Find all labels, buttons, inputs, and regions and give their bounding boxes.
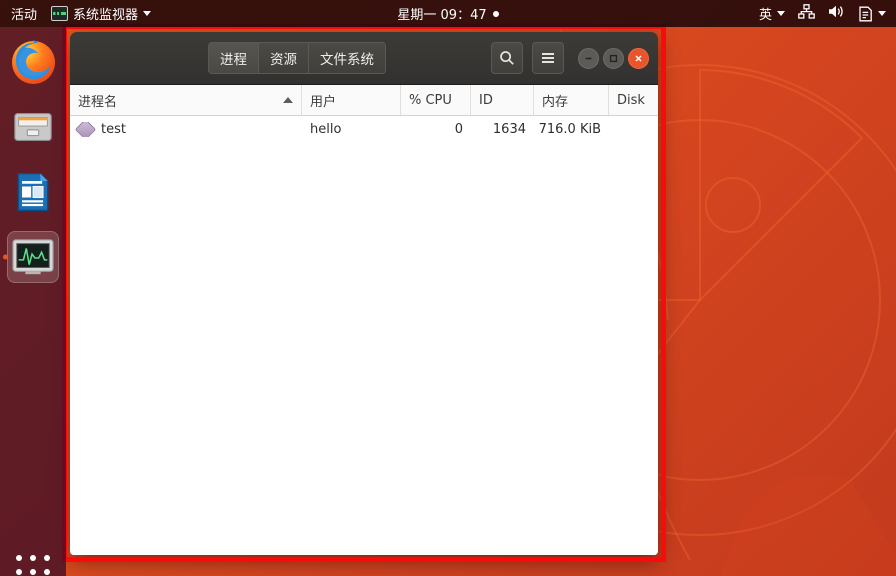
cell-id: 1634: [492, 121, 526, 137]
desktop: 活动 系统监视器 星期一 09：47 英 进程 资源 文件系统 进程名 用户 %…: [0, 0, 896, 576]
clock-button[interactable]: 星期一 09：47: [397, 4, 499, 23]
system-monitor-icon: [12, 239, 54, 275]
running-indicator-dot: [3, 254, 8, 260]
process-name-label: test: [101, 121, 126, 137]
input-method-label: 英: [758, 8, 772, 23]
column-header-label: 进程名: [78, 94, 118, 110]
window-buttons: [578, 47, 649, 69]
tab-file-systems[interactable]: 文件系统: [309, 43, 385, 73]
grid-dot: [44, 568, 51, 575]
column-header-id[interactable]: ID: [471, 85, 534, 115]
column-header-name[interactable]: 进程名: [70, 85, 302, 115]
column-header-cpu[interactable]: % CPU: [401, 85, 471, 115]
network-icon[interactable]: [798, 4, 815, 23]
grid-dot: [29, 568, 36, 575]
process-table: 进程名 用户 % CPU ID 内存 Disk test hello 0 163…: [70, 85, 658, 555]
input-method-button[interactable]: 英: [759, 4, 785, 23]
file-manager-icon: [14, 113, 52, 141]
cell-user: hello: [310, 121, 342, 137]
clock-label: 星期一 09：47: [397, 8, 487, 23]
maximize-button[interactable]: [603, 47, 624, 69]
notification-dot-icon: [492, 10, 499, 17]
column-header-label: ID: [479, 92, 493, 108]
app-menu-button[interactable]: 系统监视器: [51, 4, 152, 23]
chevron-down-icon: [878, 11, 886, 16]
volume-icon[interactable]: [828, 4, 845, 23]
table-body: test hello 0 1634 716.0 KiB: [70, 116, 658, 555]
dock-item-firefox[interactable]: [7, 36, 59, 88]
tab-resources[interactable]: 资源: [259, 43, 309, 73]
app-grid-button[interactable]: [14, 553, 52, 576]
column-header-memory[interactable]: 内存: [534, 85, 609, 115]
tab-processes[interactable]: 进程: [209, 43, 259, 73]
sort-ascending-icon: [283, 97, 293, 103]
titlebar-controls: [491, 42, 649, 74]
cell-process-name: test: [70, 121, 302, 137]
activities-button[interactable]: 活动: [11, 4, 37, 23]
window-titlebar[interactable]: 进程 资源 文件系统: [70, 32, 658, 85]
dock-item-system-monitor[interactable]: [3, 231, 59, 283]
table-row[interactable]: test hello 0 1634 716.0 KiB: [70, 116, 658, 142]
grid-dot: [44, 554, 51, 561]
column-header-label: Disk: [617, 92, 645, 108]
close-icon: [635, 54, 642, 62]
column-header-user[interactable]: 用户: [302, 85, 401, 115]
tab-label: 资源: [270, 52, 297, 68]
tab-label: 进程: [220, 52, 247, 68]
column-header-label: % CPU: [409, 92, 452, 108]
search-button[interactable]: [491, 42, 523, 74]
column-header-disk[interactable]: Disk: [609, 85, 658, 115]
chevron-down-icon: [143, 11, 152, 16]
cell-cpu: 0: [454, 121, 463, 137]
chevron-down-icon: [777, 11, 785, 16]
minimize-button[interactable]: [578, 47, 599, 69]
dock-item-files[interactable]: [7, 101, 59, 153]
libreoffice-writer-icon: [17, 172, 49, 212]
system-menu-button[interactable]: [858, 6, 886, 22]
grid-dot: [15, 568, 22, 575]
maximize-icon: [609, 54, 618, 62]
system-tray: 英: [759, 4, 886, 23]
minimize-icon: [585, 57, 592, 59]
system-monitor-window: 进程 资源 文件系统 进程名 用户 % CPU ID 内存 Disk test …: [70, 32, 658, 555]
dock-item-libreoffice-writer[interactable]: [7, 166, 59, 218]
app-menu-label: 系统监视器: [73, 8, 139, 23]
grid-dot: [29, 554, 36, 561]
search-icon: [500, 51, 514, 65]
tab-bar: 进程 资源 文件系统: [208, 42, 386, 74]
firefox-icon: [11, 39, 55, 84]
column-header-label: 内存: [542, 94, 569, 110]
tab-label: 文件系统: [320, 52, 374, 68]
grid-dot: [15, 554, 22, 561]
dock: [0, 27, 66, 576]
cell-memory: 716.0 KiB: [538, 121, 601, 137]
close-button[interactable]: [628, 47, 649, 69]
system-monitor-icon: [51, 6, 69, 21]
column-header-label: 用户: [310, 94, 337, 110]
main-menu-button[interactable]: [532, 42, 564, 74]
table-header-row: 进程名 用户 % CPU ID 内存 Disk: [70, 85, 658, 116]
process-icon: [74, 121, 97, 137]
top-bar: 活动 系统监视器 星期一 09：47 英: [0, 0, 896, 27]
activities-label: 活动: [11, 8, 38, 23]
hamburger-menu-icon: [542, 53, 554, 63]
